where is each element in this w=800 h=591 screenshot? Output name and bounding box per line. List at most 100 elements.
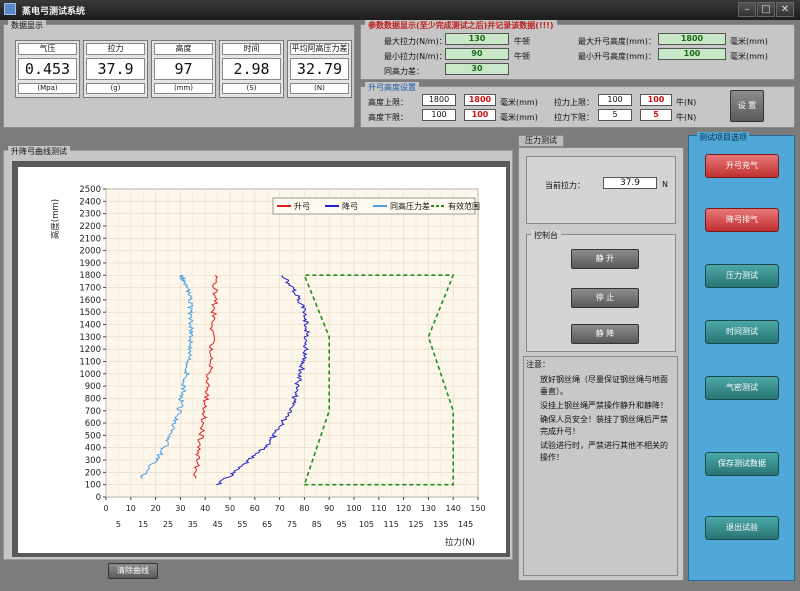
- y-tick-label: 1300: [79, 333, 101, 343]
- height-lower-value: 100: [464, 109, 496, 121]
- y-tick-label: 1900: [79, 259, 101, 269]
- force-lower-value: 5: [640, 109, 672, 121]
- max-force-unit: 牛顿: [514, 37, 530, 46]
- force-lower-unit: 牛(N): [676, 113, 697, 122]
- x-tick-label: 130: [421, 504, 436, 513]
- current-force-unit: N: [662, 180, 668, 189]
- note-line: 确保人员安全！装挂了钢丝绳后严禁完成升弓！: [540, 415, 668, 436]
- y-tick-label: 1000: [79, 370, 101, 380]
- window-title: 蒸电弓测试系统: [22, 7, 86, 17]
- same-height-value: 30: [445, 63, 509, 75]
- x-tick-label: 60: [250, 504, 260, 513]
- set-button[interactable]: 设 置: [730, 90, 764, 122]
- x-minor-tick-label: 75: [287, 520, 297, 529]
- force-upper-value: 100: [640, 94, 672, 106]
- notes-title: 注意：: [526, 360, 550, 369]
- x-minor-tick-label: 35: [188, 520, 198, 529]
- force-lower-input[interactable]: 5: [598, 109, 632, 121]
- y-tick-label: 700: [85, 407, 101, 417]
- stats-title: 参数数据显示(至少完成测试之后)并记录该数据(!!!): [365, 20, 557, 31]
- force-upper-unit: 牛(N): [676, 98, 697, 107]
- tile-value: 2.98: [222, 58, 281, 80]
- height-upper-label: 高度上限：: [368, 98, 408, 107]
- x-tick-label: 140: [446, 504, 461, 513]
- time-test-button[interactable]: 时间测试: [705, 320, 779, 344]
- tab-pressure-test[interactable]: 压力测试: [518, 135, 564, 147]
- tile-value: 37.9: [86, 58, 145, 80]
- min-rise-label: 最小升弓高度(mm)：: [578, 52, 656, 61]
- note-line: 试验进行时，严禁进行其他不相关的操作！: [540, 441, 668, 462]
- static-rise-button[interactable]: 静 升: [571, 249, 639, 269]
- y-tick-label: 900: [85, 382, 101, 392]
- y-tick-label: 1800: [79, 271, 101, 281]
- stop-button[interactable]: 停 止: [571, 288, 639, 308]
- tile-value: 97: [154, 58, 213, 80]
- x-minor-tick-label: 95: [337, 520, 347, 529]
- y-tick-label: 1500: [79, 308, 101, 318]
- chart-frame: 0 100 200 300 400 500 600 700 800 900 1000 1100 1200…: [12, 161, 510, 557]
- exit-test-button[interactable]: 退出试验: [705, 516, 779, 540]
- pressure-test-button[interactable]: 压力测试: [705, 264, 779, 288]
- height-upper-input[interactable]: 1800: [422, 94, 456, 106]
- y-tick-label: 1100: [79, 357, 101, 367]
- x-minor-tick-label: 45: [213, 520, 223, 529]
- force-upper-label: 拉力上限：: [554, 98, 594, 107]
- clear-curve-button[interactable]: 清除曲线: [108, 563, 158, 579]
- x-minor-tick-label: 125: [408, 520, 423, 529]
- tile-value: 32.79: [290, 58, 349, 80]
- x-minor-tick-label: 65: [262, 520, 272, 529]
- x-axis-label: 拉力(N): [445, 537, 475, 548]
- close-button[interactable]: ✕: [776, 2, 794, 17]
- y-tick-label: 1600: [79, 296, 101, 306]
- x-minor-tick-label: 15: [138, 520, 148, 529]
- y-tick-label: 2200: [79, 222, 101, 232]
- y-tick-label: 100: [85, 481, 101, 491]
- minimize-button[interactable]: –: [738, 2, 756, 17]
- same-height-label: 同高力差：: [384, 67, 424, 76]
- x-minor-tick-label: 85: [312, 520, 322, 529]
- min-rise-unit: 毫米(mm): [730, 52, 768, 61]
- tile-unit: (g): [86, 83, 145, 94]
- tile-unit: (Mpa): [18, 83, 77, 94]
- lower-exhaust-button[interactable]: 降弓排气: [705, 208, 779, 232]
- y-tick-label: 300: [85, 456, 101, 466]
- current-force-value: 37.9: [603, 177, 657, 189]
- height-tile: 高度 97 (mm): [151, 40, 216, 98]
- app-icon: [4, 3, 16, 15]
- tile-value: 0.453: [18, 58, 77, 80]
- x-tick-label: 10: [126, 504, 136, 513]
- max-rise-value: 1800: [658, 33, 726, 45]
- height-upper-value: 1800: [464, 94, 496, 106]
- min-force-unit: 牛顿: [514, 52, 530, 61]
- min-force-label: 最小拉力(N/m)：: [384, 52, 447, 61]
- force-upper-input[interactable]: 100: [598, 94, 632, 106]
- x-tick-label: 70: [275, 504, 285, 513]
- legend-label: 升弓: [294, 202, 310, 211]
- x-minor-tick-label: 115: [384, 520, 399, 529]
- tile-unit: (N): [290, 83, 349, 94]
- x-minor-tick-label: 5: [116, 520, 121, 529]
- y-tick-label: 800: [85, 394, 101, 404]
- x-minor-tick-label: 25: [163, 520, 173, 529]
- current-force-label: 当前拉力：: [545, 181, 585, 190]
- airtight-test-button[interactable]: 气密测试: [705, 376, 779, 400]
- maximize-button[interactable]: □: [757, 2, 775, 17]
- y-tick-label: 500: [85, 431, 101, 441]
- x-tick-label: 90: [324, 504, 334, 513]
- x-minor-tick-label: 135: [433, 520, 448, 529]
- height-lower-unit: 毫米(mm): [500, 113, 538, 122]
- raise-inflate-button[interactable]: 升弓充气: [705, 154, 779, 178]
- save-test-data-button[interactable]: 保存测试数据: [705, 452, 779, 476]
- chart-section: 升降弓曲线测试 0 100 200 300 400 500 600 700 800 900 1000…: [3, 146, 513, 560]
- max-rise-unit: 毫米(mm): [730, 37, 768, 46]
- sidebar-title: 测试项目选项: [697, 132, 749, 143]
- data-display-title: 数据显示: [8, 20, 46, 31]
- control-panel-title: 控制台: [531, 230, 561, 241]
- height-lower-input[interactable]: 100: [422, 109, 456, 121]
- max-rise-label: 最大升弓高度(mm)：: [578, 37, 656, 46]
- y-axis-label: 高度(mm): [50, 199, 61, 239]
- max-force-value: 130: [445, 33, 509, 45]
- static-lower-button[interactable]: 静 降: [571, 324, 639, 344]
- min-force-value: 90: [445, 48, 509, 60]
- time-tile: 时间 2.98 (S): [219, 40, 284, 98]
